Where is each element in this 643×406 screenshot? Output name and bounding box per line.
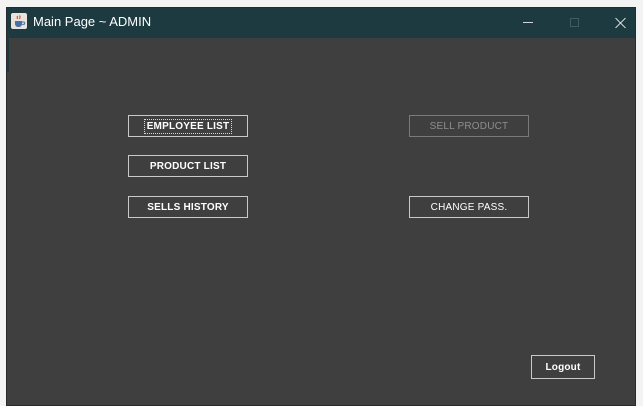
sells-history-button[interactable]: SELLS HISTORY — [128, 196, 248, 218]
sell-product-label: SELL PRODUCT — [429, 120, 509, 132]
product-list-label: PRODUCT LIST — [149, 160, 227, 172]
close-button[interactable] — [597, 8, 635, 36]
main-page-window: Main Page ~ ADMIN EMPLOYEE LIST PRODUCT … — [7, 8, 635, 405]
title-bar-divider — [7, 36, 635, 38]
employee-list-button[interactable]: EMPLOYEE LIST — [128, 115, 248, 137]
window-left-accent — [7, 36, 9, 72]
logout-button[interactable]: Logout — [531, 355, 595, 379]
maximize-button[interactable] — [551, 8, 597, 36]
maximize-icon — [569, 17, 579, 27]
product-list-button[interactable]: PRODUCT LIST — [128, 155, 248, 177]
title-bar[interactable]: Main Page ~ ADMIN — [7, 8, 635, 36]
close-icon — [615, 17, 626, 28]
change-pass-label: CHANGE PASS. — [430, 201, 508, 213]
sells-history-label: SELLS HISTORY — [147, 201, 229, 213]
sell-product-button[interactable]: SELL PRODUCT — [409, 115, 529, 137]
logout-label: Logout — [545, 361, 581, 373]
change-pass-button[interactable]: CHANGE PASS. — [409, 196, 529, 218]
java-cup-icon — [11, 13, 27, 29]
minimize-button[interactable] — [505, 8, 551, 36]
minimize-icon — [523, 21, 533, 23]
employee-list-label: EMPLOYEE LIST — [143, 118, 233, 134]
window-title: Main Page ~ ADMIN — [33, 14, 152, 29]
